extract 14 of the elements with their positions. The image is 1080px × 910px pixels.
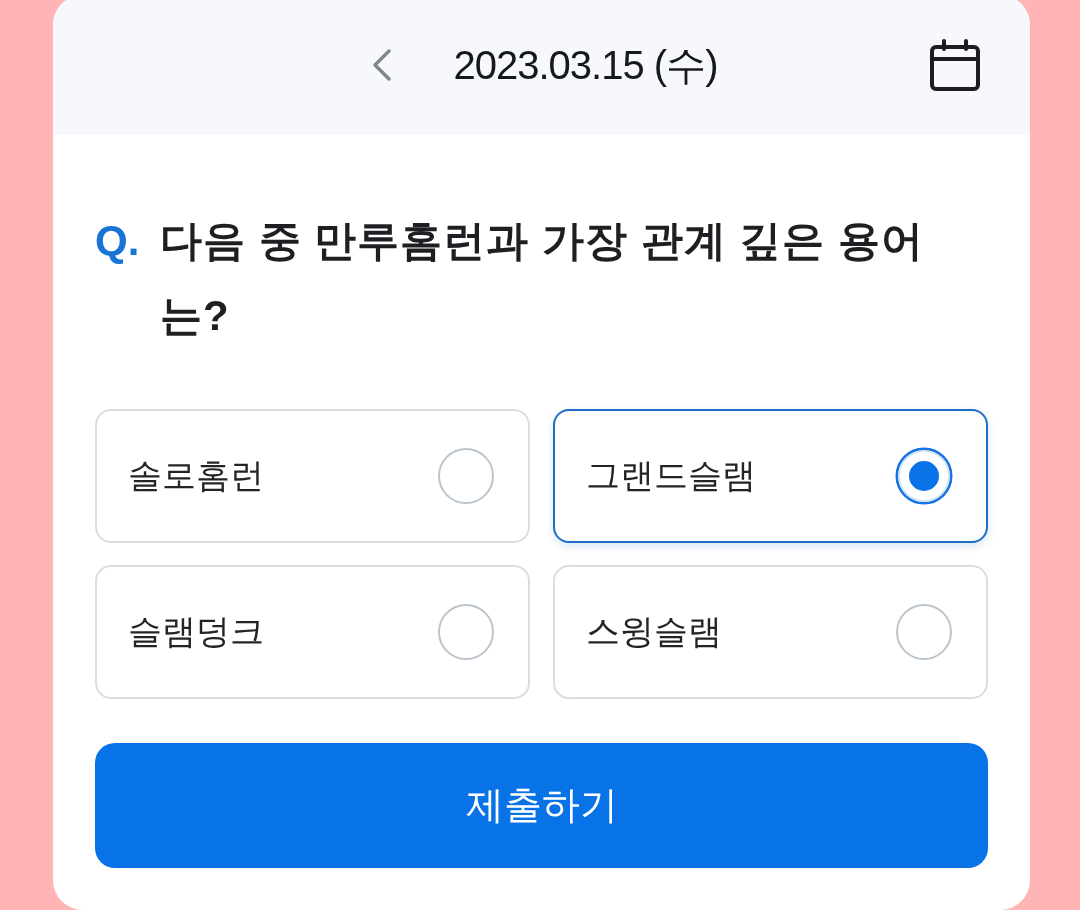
radio-icon[interactable]	[437, 447, 495, 505]
answer-option[interactable]: 솔로홈런	[95, 409, 530, 543]
radio-icon[interactable]	[437, 603, 495, 661]
radio-icon[interactable]	[895, 447, 953, 505]
question-text: 다음 중 만루홈런과 가장 관계 깊은 용어는?	[160, 216, 925, 341]
answer-option[interactable]: 그랜드슬램	[553, 409, 988, 543]
date-label: 2023.03.15 (수)	[453, 41, 718, 89]
answer-option[interactable]: 스윙슬램	[553, 565, 988, 699]
submit-button[interactable]: 제출하기	[95, 743, 988, 868]
chevron-left-icon[interactable]	[371, 49, 392, 81]
calendar-icon[interactable]	[930, 39, 980, 91]
answer-option[interactable]: 슬램덩크	[95, 565, 530, 699]
question-marker: Q.	[95, 216, 141, 266]
radio-icon[interactable]	[895, 603, 953, 661]
